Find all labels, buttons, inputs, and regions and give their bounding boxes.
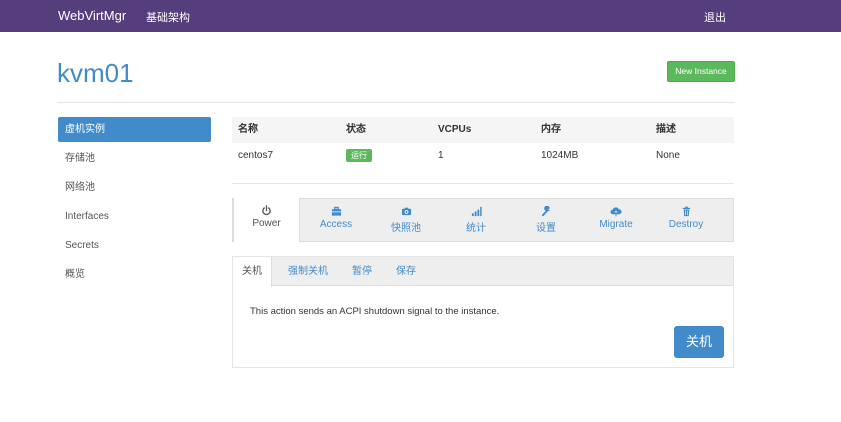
subtab-shutdown[interactable]: 关机 <box>233 257 272 287</box>
tab-label: Access <box>319 219 353 230</box>
col-header-vcpus: VCPUs <box>438 124 472 135</box>
tab-destroy[interactable]: Destroy <box>651 199 721 241</box>
col-header-memory: 内存 <box>541 124 561 135</box>
col-header-name: 名称 <box>238 124 258 135</box>
tab-power[interactable]: Power <box>233 198 300 242</box>
top-navbar: WebVirtMgr 基础架构 退出 <box>0 0 841 32</box>
sidebar-item-secrets[interactable]: Secrets <box>58 233 211 258</box>
tab-label: 设置 <box>536 223 556 234</box>
power-panel: 关机 强制关机 暂停 保存 This action sends an ACPI … <box>232 256 734 368</box>
brand-link[interactable]: WebVirtMgr <box>58 8 126 23</box>
page-title: kvm01 <box>57 58 134 88</box>
shutdown-button[interactable]: 关机 <box>674 326 724 358</box>
tab-label: 统计 <box>466 223 486 234</box>
wrench-icon <box>511 199 581 217</box>
subtab-suspend[interactable]: 暂停 <box>352 257 372 286</box>
nav-infrastructure-link[interactable]: 基础架构 <box>146 9 190 25</box>
col-header-description: 描述 <box>656 124 676 135</box>
new-instance-button[interactable]: New Instance <box>667 61 735 82</box>
tab-snapshots[interactable]: 快照池 <box>371 199 441 241</box>
power-subtabs: 关机 强制关机 暂停 保存 <box>233 257 733 287</box>
divider <box>57 102 735 103</box>
tab-label: Migrate <box>599 219 633 230</box>
table-row: centos7 运行 1 1024MB None <box>232 143 734 169</box>
camera-icon <box>371 199 441 217</box>
trash-icon <box>651 199 721 217</box>
cell-description: None <box>656 150 680 161</box>
logout-link[interactable]: 退出 <box>704 9 726 25</box>
subtab-save[interactable]: 保存 <box>396 257 416 286</box>
sidebar-item-interfaces[interactable]: Interfaces <box>58 204 211 229</box>
sidebar-item-networks[interactable]: 网络池 <box>58 175 211 200</box>
instance-info-table: 名称 状态 VCPUs 内存 描述 centos7 运行 1 1024MB No… <box>232 117 734 169</box>
tab-stats[interactable]: 统计 <box>441 199 511 241</box>
cell-name: centos7 <box>238 150 274 161</box>
sidebar-item-instances[interactable]: 虚机实例 <box>58 117 211 142</box>
cell-vcpus: 1 <box>438 150 444 161</box>
power-icon <box>234 198 299 216</box>
cell-memory: 1024MB <box>541 150 579 161</box>
instance-tabbar: Power Access 快照池 统计 设置 Migrate Destroy <box>232 198 734 242</box>
tab-label: 快照池 <box>391 223 421 234</box>
sidebar-item-overview[interactable]: 概览 <box>58 262 211 287</box>
divider <box>232 183 734 184</box>
signal-icon <box>441 199 511 217</box>
tab-access[interactable]: Access <box>301 199 371 241</box>
tab-label: Power <box>252 218 281 229</box>
col-header-status: 状态 <box>346 124 366 135</box>
action-description: This action sends an ACPI shutdown signa… <box>250 306 500 317</box>
tab-settings[interactable]: 设置 <box>511 199 581 241</box>
cell-status: 运行 <box>346 143 372 169</box>
sidebar-item-storage[interactable]: 存储池 <box>58 146 211 171</box>
status-badge: 运行 <box>346 149 372 162</box>
table-header-row: 名称 状态 VCPUs 内存 描述 <box>232 117 734 143</box>
tab-migrate[interactable]: Migrate <box>581 199 651 241</box>
briefcase-icon <box>301 199 371 217</box>
subtab-force-off[interactable]: 强制关机 <box>288 257 328 286</box>
tab-label: Destroy <box>668 219 704 230</box>
cloud-upload-icon <box>581 199 651 217</box>
